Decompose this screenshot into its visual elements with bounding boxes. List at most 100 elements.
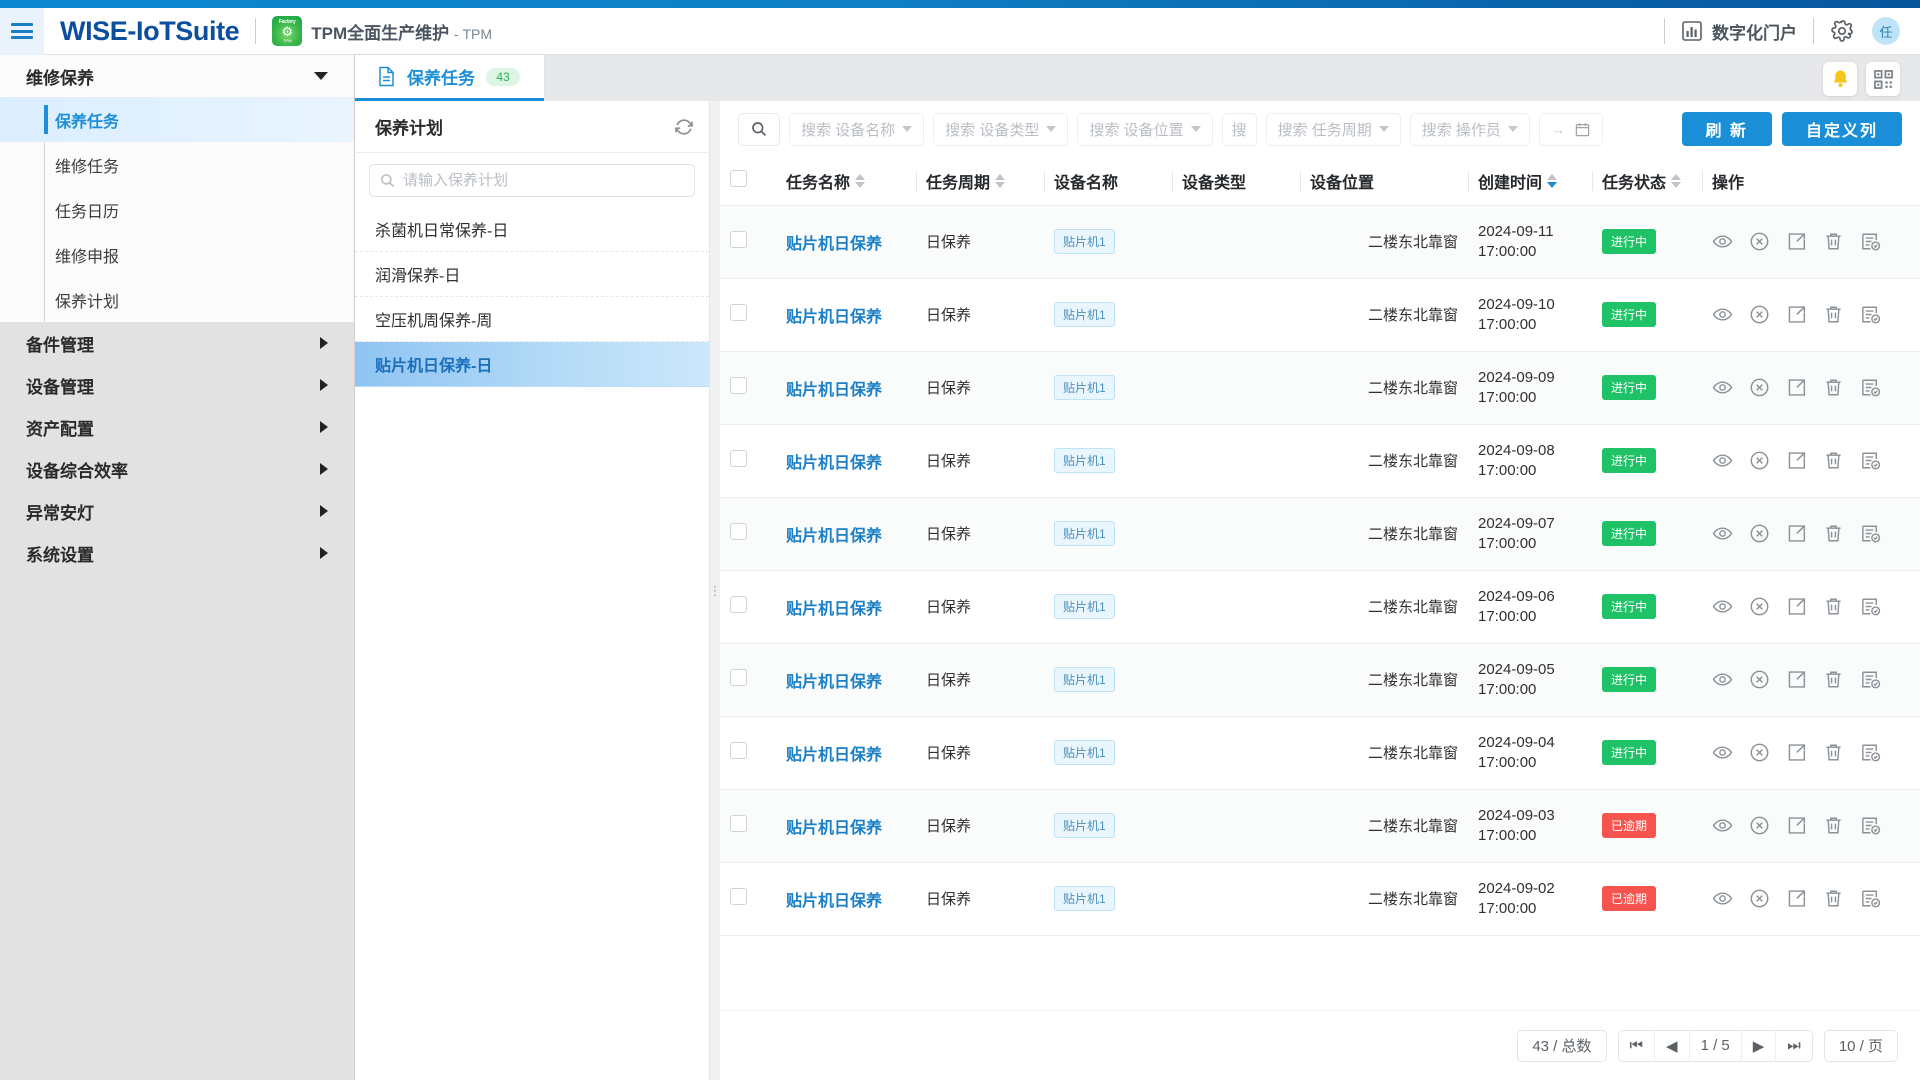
tab-maintenance-task[interactable]: 保养任务 43: [355, 55, 544, 101]
row-checkbox[interactable]: [730, 596, 747, 613]
form-check-icon[interactable]: [1860, 304, 1881, 325]
last-page-icon[interactable]: ⏭: [1775, 1030, 1812, 1061]
task-name-link[interactable]: 贴片机日保养: [786, 674, 882, 691]
task-name-link[interactable]: 贴片机日保养: [786, 236, 882, 253]
circle-x-icon[interactable]: [1749, 304, 1770, 325]
filter-device-type[interactable]: 搜索 设备类型: [933, 112, 1069, 146]
form-check-icon[interactable]: [1860, 596, 1881, 617]
date-range-picker[interactable]: →: [1538, 112, 1603, 146]
sort-toggle[interactable]: [855, 173, 866, 188]
eye-icon[interactable]: [1712, 742, 1733, 763]
custom-columns-button[interactable]: 自定义列: [1781, 112, 1902, 146]
circle-x-icon[interactable]: [1749, 742, 1770, 763]
task-name-link[interactable]: 贴片机日保养: [786, 820, 882, 837]
export-icon[interactable]: [1786, 231, 1807, 252]
prev-page-icon[interactable]: ◀: [1654, 1030, 1689, 1061]
row-checkbox[interactable]: [730, 742, 747, 759]
circle-x-icon[interactable]: [1749, 377, 1770, 398]
row-checkbox[interactable]: [730, 231, 747, 248]
row-checkbox[interactable]: [730, 669, 747, 686]
plan-list-item[interactable]: 空压机周保养-周: [355, 297, 709, 342]
page-size-select[interactable]: 10 / 页: [1823, 1029, 1898, 1062]
filter-truncated[interactable]: 搜: [1221, 112, 1257, 146]
eye-icon[interactable]: [1712, 304, 1733, 325]
circle-x-icon[interactable]: [1749, 231, 1770, 252]
plan-list-item-selected[interactable]: 贴片机日保养-日: [355, 342, 709, 387]
form-check-icon[interactable]: [1860, 815, 1881, 836]
task-name-link[interactable]: 贴片机日保养: [786, 528, 882, 545]
trash-icon[interactable]: [1823, 304, 1844, 325]
refresh-icon[interactable]: [673, 116, 695, 138]
sidebar-group-andon[interactable]: 异常安灯: [0, 490, 354, 532]
circle-x-icon[interactable]: [1749, 669, 1770, 690]
export-icon[interactable]: [1786, 742, 1807, 763]
eye-icon[interactable]: [1712, 231, 1733, 252]
sidebar-group-oee[interactable]: 设备综合效率: [0, 448, 354, 490]
row-checkbox[interactable]: [730, 815, 747, 832]
eye-icon[interactable]: [1712, 888, 1733, 909]
circle-x-icon[interactable]: [1749, 596, 1770, 617]
table-row[interactable]: 贴片机日保养 日保养 贴片机1 二楼东北靠窗 2024-09-05 17:00:00 进行中: [720, 643, 1920, 717]
column-created-time[interactable]: 创建时间: [1468, 157, 1592, 206]
select-all-checkbox[interactable]: [730, 169, 747, 187]
table-row[interactable]: 贴片机日保养 日保养 贴片机1 二楼东北靠窗 2024-09-06 17:00:00 进行中: [720, 570, 1920, 644]
task-name-link[interactable]: 贴片机日保养: [786, 455, 882, 472]
sidebar-group-system-settings[interactable]: 系统设置: [0, 532, 354, 574]
table-row[interactable]: 贴片机日保养 日保养 贴片机1 二楼东北靠窗 2024-09-02 17:00:00 已逾期: [720, 862, 1920, 936]
hamburger-icon[interactable]: [0, 7, 44, 55]
refresh-button[interactable]: 刷 新: [1681, 112, 1772, 146]
export-icon[interactable]: [1786, 669, 1807, 690]
task-name-link[interactable]: 贴片机日保养: [786, 747, 882, 764]
row-checkbox[interactable]: [730, 377, 747, 394]
row-checkbox[interactable]: [730, 304, 747, 321]
form-check-icon[interactable]: [1860, 450, 1881, 471]
sort-toggle[interactable]: [1671, 173, 1682, 188]
column-task-status[interactable]: 任务状态: [1592, 157, 1702, 206]
table-row[interactable]: 贴片机日保养 日保养 贴片机1 二楼东北靠窗 2024-09-09 17:00:00 进行中: [720, 351, 1920, 425]
row-checkbox[interactable]: [730, 523, 747, 540]
search-button[interactable]: [738, 112, 780, 146]
form-check-icon[interactable]: [1860, 742, 1881, 763]
trash-icon[interactable]: [1823, 815, 1844, 836]
bell-icon[interactable]: [1823, 62, 1857, 96]
plan-search-input[interactable]: [403, 172, 684, 189]
sort-toggle-active[interactable]: [1547, 173, 1558, 188]
filter-device-name[interactable]: 搜索 设备名称: [789, 112, 925, 146]
sidebar-group-equipment[interactable]: 设备管理: [0, 364, 354, 406]
pane-resize-handle[interactable]: ⋮: [709, 101, 722, 1080]
task-name-link[interactable]: 贴片机日保养: [786, 893, 882, 910]
export-icon[interactable]: [1786, 450, 1807, 471]
eye-icon[interactable]: [1712, 450, 1733, 471]
filter-task-cycle[interactable]: 搜索 任务周期: [1265, 112, 1401, 146]
task-name-link[interactable]: 贴片机日保养: [786, 382, 882, 399]
avatar[interactable]: 任: [1872, 17, 1900, 45]
table-row[interactable]: 贴片机日保养 日保养 贴片机1 二楼东北靠窗 2024-09-11 17:00:00 进行中: [720, 205, 1920, 279]
next-page-icon[interactable]: ▶: [1740, 1030, 1776, 1061]
sort-toggle[interactable]: [995, 173, 1006, 188]
export-icon[interactable]: [1786, 888, 1807, 909]
eye-icon[interactable]: [1712, 377, 1733, 398]
column-device-type[interactable]: 设备类型: [1172, 157, 1300, 206]
trash-icon[interactable]: [1823, 742, 1844, 763]
eye-icon[interactable]: [1712, 815, 1733, 836]
trash-icon[interactable]: [1823, 450, 1844, 471]
circle-x-icon[interactable]: [1749, 523, 1770, 544]
sidebar-group-maintenance[interactable]: 维修保养: [0, 55, 354, 97]
eye-icon[interactable]: [1712, 523, 1733, 544]
export-icon[interactable]: [1786, 815, 1807, 836]
task-name-link[interactable]: 贴片机日保养: [786, 601, 882, 618]
form-check-icon[interactable]: [1860, 523, 1881, 544]
gear-icon[interactable]: [1830, 19, 1854, 43]
trash-icon[interactable]: [1823, 377, 1844, 398]
export-icon[interactable]: [1786, 304, 1807, 325]
sidebar-item-maintenance-task[interactable]: 保养任务: [0, 97, 354, 142]
sidebar-group-asset-config[interactable]: 资产配置: [0, 406, 354, 448]
table-row[interactable]: 贴片机日保养 日保养 贴片机1 二楼东北靠窗 2024-09-07 17:00:00 进行中: [720, 497, 1920, 571]
first-page-icon[interactable]: ⏮: [1619, 1031, 1655, 1061]
table-row[interactable]: 贴片机日保养 日保养 贴片机1 二楼东北靠窗 2024-09-08 17:00:00 进行中: [720, 424, 1920, 498]
filter-operator[interactable]: 搜索 操作员: [1409, 112, 1530, 146]
table-scroll-region[interactable]: 任务名称 任务周期 设备名称 设备类型 设备位置 创建时间 任务状态 操作 贴片…: [720, 157, 1920, 1010]
digital-portal-button[interactable]: 数字化门户: [1681, 19, 1797, 44]
eye-icon[interactable]: [1712, 669, 1733, 690]
export-icon[interactable]: [1786, 377, 1807, 398]
